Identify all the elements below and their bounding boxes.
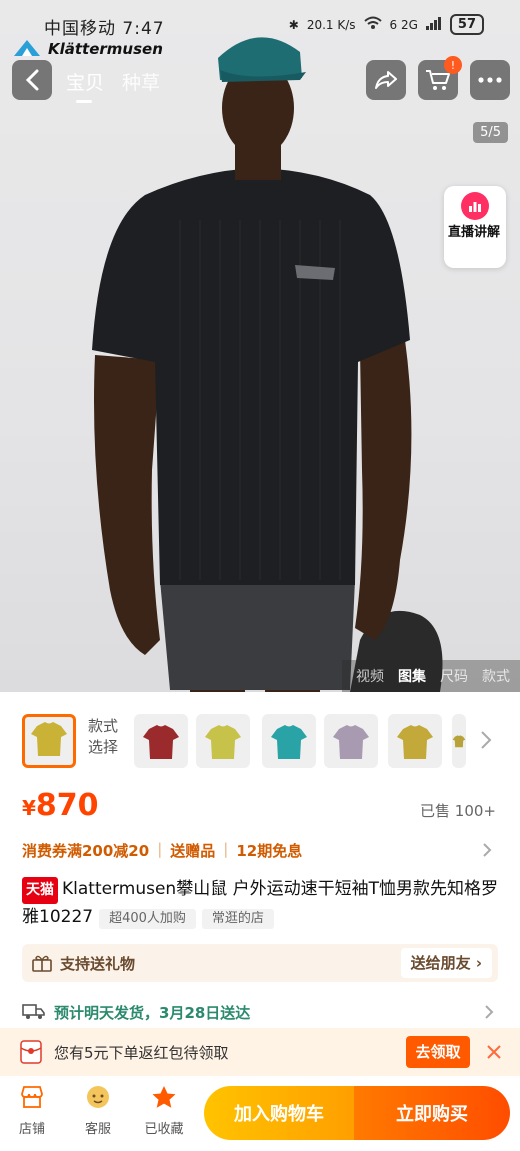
gift-label: 支持送礼物 <box>60 955 136 973</box>
chip-added-to-cart: 超400人加购 <box>99 909 196 929</box>
shop-button[interactable]: 店铺 <box>2 1082 62 1137</box>
send-to-friend-button[interactable]: 送给朋友 › <box>400 948 492 978</box>
media-tabs: 视频 图集 尺码 款式 <box>342 660 520 692</box>
price: ¥870 <box>22 788 99 823</box>
brand-logo: Klättermusen <box>12 36 163 62</box>
image-pager: 5/5 <box>473 122 508 143</box>
brand-logo-mark <box>14 40 40 56</box>
red-packet-text: 您有5元下单返红包待领取 <box>54 1044 229 1062</box>
price-value: 870 <box>35 788 99 823</box>
variant-thumb[interactable] <box>452 714 466 768</box>
shipping-text: 预计明天发货，3月28日送达 <box>54 1004 251 1022</box>
media-tab-video[interactable]: 视频 <box>356 666 384 686</box>
product-image-gallery[interactable]: 中国移动 7:47 ✱ 20.1 K/s 6 2G 57 Klättermuse… <box>0 0 520 692</box>
promo-installment: 12期免息 <box>236 842 303 860</box>
favorite-label: 已收藏 <box>144 1122 184 1137</box>
tab-zhongcao[interactable]: 种草 <box>122 68 160 95</box>
tab-baobei[interactable]: 宝贝 <box>66 68 104 103</box>
chevron-right-icon[interactable] <box>480 730 492 750</box>
service-icon <box>83 1082 113 1112</box>
variant-thumb[interactable] <box>196 714 250 768</box>
cart-button[interactable]: ! <box>418 56 462 100</box>
bottom-action-bar: 店铺 客服 已收藏 加入购物车 立即购买 <box>0 1076 520 1151</box>
add-to-cart-button[interactable]: 加入购物车 <box>204 1086 354 1140</box>
status-icons: ✱ 20.1 K/s 6 2G 57 <box>289 14 484 35</box>
live-icon <box>461 192 489 220</box>
gift-row: 支持送礼物 送给朋友 › <box>22 944 498 982</box>
more-icon <box>478 77 502 83</box>
net-speed: 20.1 K/s <box>306 17 356 32</box>
favorite-button[interactable]: 已收藏 <box>134 1082 194 1137</box>
live-explain-label: 直播讲解 <box>448 225 501 240</box>
product-page: 中国移动 7:47 ✱ 20.1 K/s 6 2G 57 Klättermuse… <box>0 0 520 1151</box>
purchase-buttons: 加入购物车 立即购买 <box>204 1086 510 1140</box>
customer-service-button[interactable]: 客服 <box>68 1082 128 1137</box>
product-details: 款式选择 ¥870 已售 100+ 消费券满200减20 | 送赠品 | 12期… <box>0 692 520 1151</box>
promo-gift: 送赠品 <box>170 842 216 860</box>
variant-thumb[interactable] <box>22 714 76 768</box>
sold-count: 已售 100+ <box>420 802 496 820</box>
share-button[interactable] <box>366 60 406 100</box>
wifi-icon <box>363 16 382 33</box>
variant-color-swatch <box>397 725 433 759</box>
send-to-friend-label: 送给朋友 <box>410 954 471 972</box>
service-label: 客服 <box>84 1122 111 1137</box>
variant-label-text: 款式选择 <box>88 717 119 756</box>
variant-thumb[interactable] <box>262 714 316 768</box>
variant-color-swatch <box>143 725 179 759</box>
promo-row[interactable]: 消费券满200减20 | 送赠品 | 12期免息 <box>22 840 302 861</box>
variant-selector: 款式选择 <box>0 714 520 772</box>
signal-label: 6 2G <box>389 17 418 32</box>
shop-icon <box>17 1082 47 1112</box>
variant-thumb[interactable] <box>324 714 378 768</box>
variant-color-swatch <box>271 725 307 759</box>
shop-label: 店铺 <box>18 1122 45 1137</box>
media-tab-style[interactable]: 款式 <box>482 666 510 686</box>
product-title: 天猫 Klattermusen攀山鼠 户外运动速干短袖T恤男款先知格罗雅10227… <box>22 876 498 931</box>
share-icon <box>375 71 397 89</box>
divider: | <box>157 840 163 858</box>
red-packet-bar: 您有5元下单返红包待领取 去领取 <box>0 1028 520 1076</box>
shipping-row[interactable]: 预计明天发货，3月28日送达 <box>22 1000 498 1024</box>
chevron-left-icon <box>25 69 39 91</box>
chevron-right-icon <box>485 1005 494 1019</box>
gift-icon <box>32 955 52 972</box>
variant-thumb[interactable] <box>388 714 442 768</box>
nav-tabs: 宝贝 种草 <box>66 68 160 103</box>
variant-color-swatch <box>205 725 241 759</box>
variant-color-swatch <box>31 722 67 756</box>
variant-color-swatch <box>333 725 369 759</box>
battery-indicator: 57 <box>449 14 484 35</box>
signal-icon <box>425 16 442 33</box>
cart-badge: ! <box>444 56 462 74</box>
variant-thumb[interactable] <box>134 714 188 768</box>
tmall-badge: 天猫 <box>22 877 58 904</box>
price-symbol: ¥ <box>22 796 36 820</box>
variant-label: 款式选择 <box>88 716 132 758</box>
claim-button[interactable]: 去领取 <box>406 1036 470 1068</box>
more-button[interactable] <box>470 60 510 100</box>
truck-icon <box>22 1004 45 1019</box>
promo-coupon: 消费券满200减20 <box>22 842 150 860</box>
divider: | <box>223 840 229 858</box>
brand-logo-text: Klättermusen <box>48 40 163 58</box>
live-explain-button[interactable]: 直播讲解 <box>444 186 506 268</box>
back-button[interactable] <box>12 60 52 100</box>
media-tab-album[interactable]: 图集 <box>398 666 426 686</box>
star-icon <box>149 1082 179 1112</box>
chevron-right-icon[interactable] <box>482 842 492 858</box>
close-icon[interactable] <box>486 1044 502 1060</box>
bluetooth-icon: ✱ <box>288 17 299 32</box>
media-tab-size[interactable]: 尺码 <box>440 666 468 686</box>
top-nav-bar: 宝贝 种草 ! <box>0 56 520 103</box>
model-photo <box>92 37 443 692</box>
red-packet-icon <box>20 1040 42 1064</box>
chevron-right-icon: › <box>475 954 482 972</box>
variant-color-swatch <box>452 735 466 748</box>
chip-frequent-shop: 常逛的店 <box>201 909 274 929</box>
buy-now-button[interactable]: 立即购买 <box>354 1086 510 1140</box>
